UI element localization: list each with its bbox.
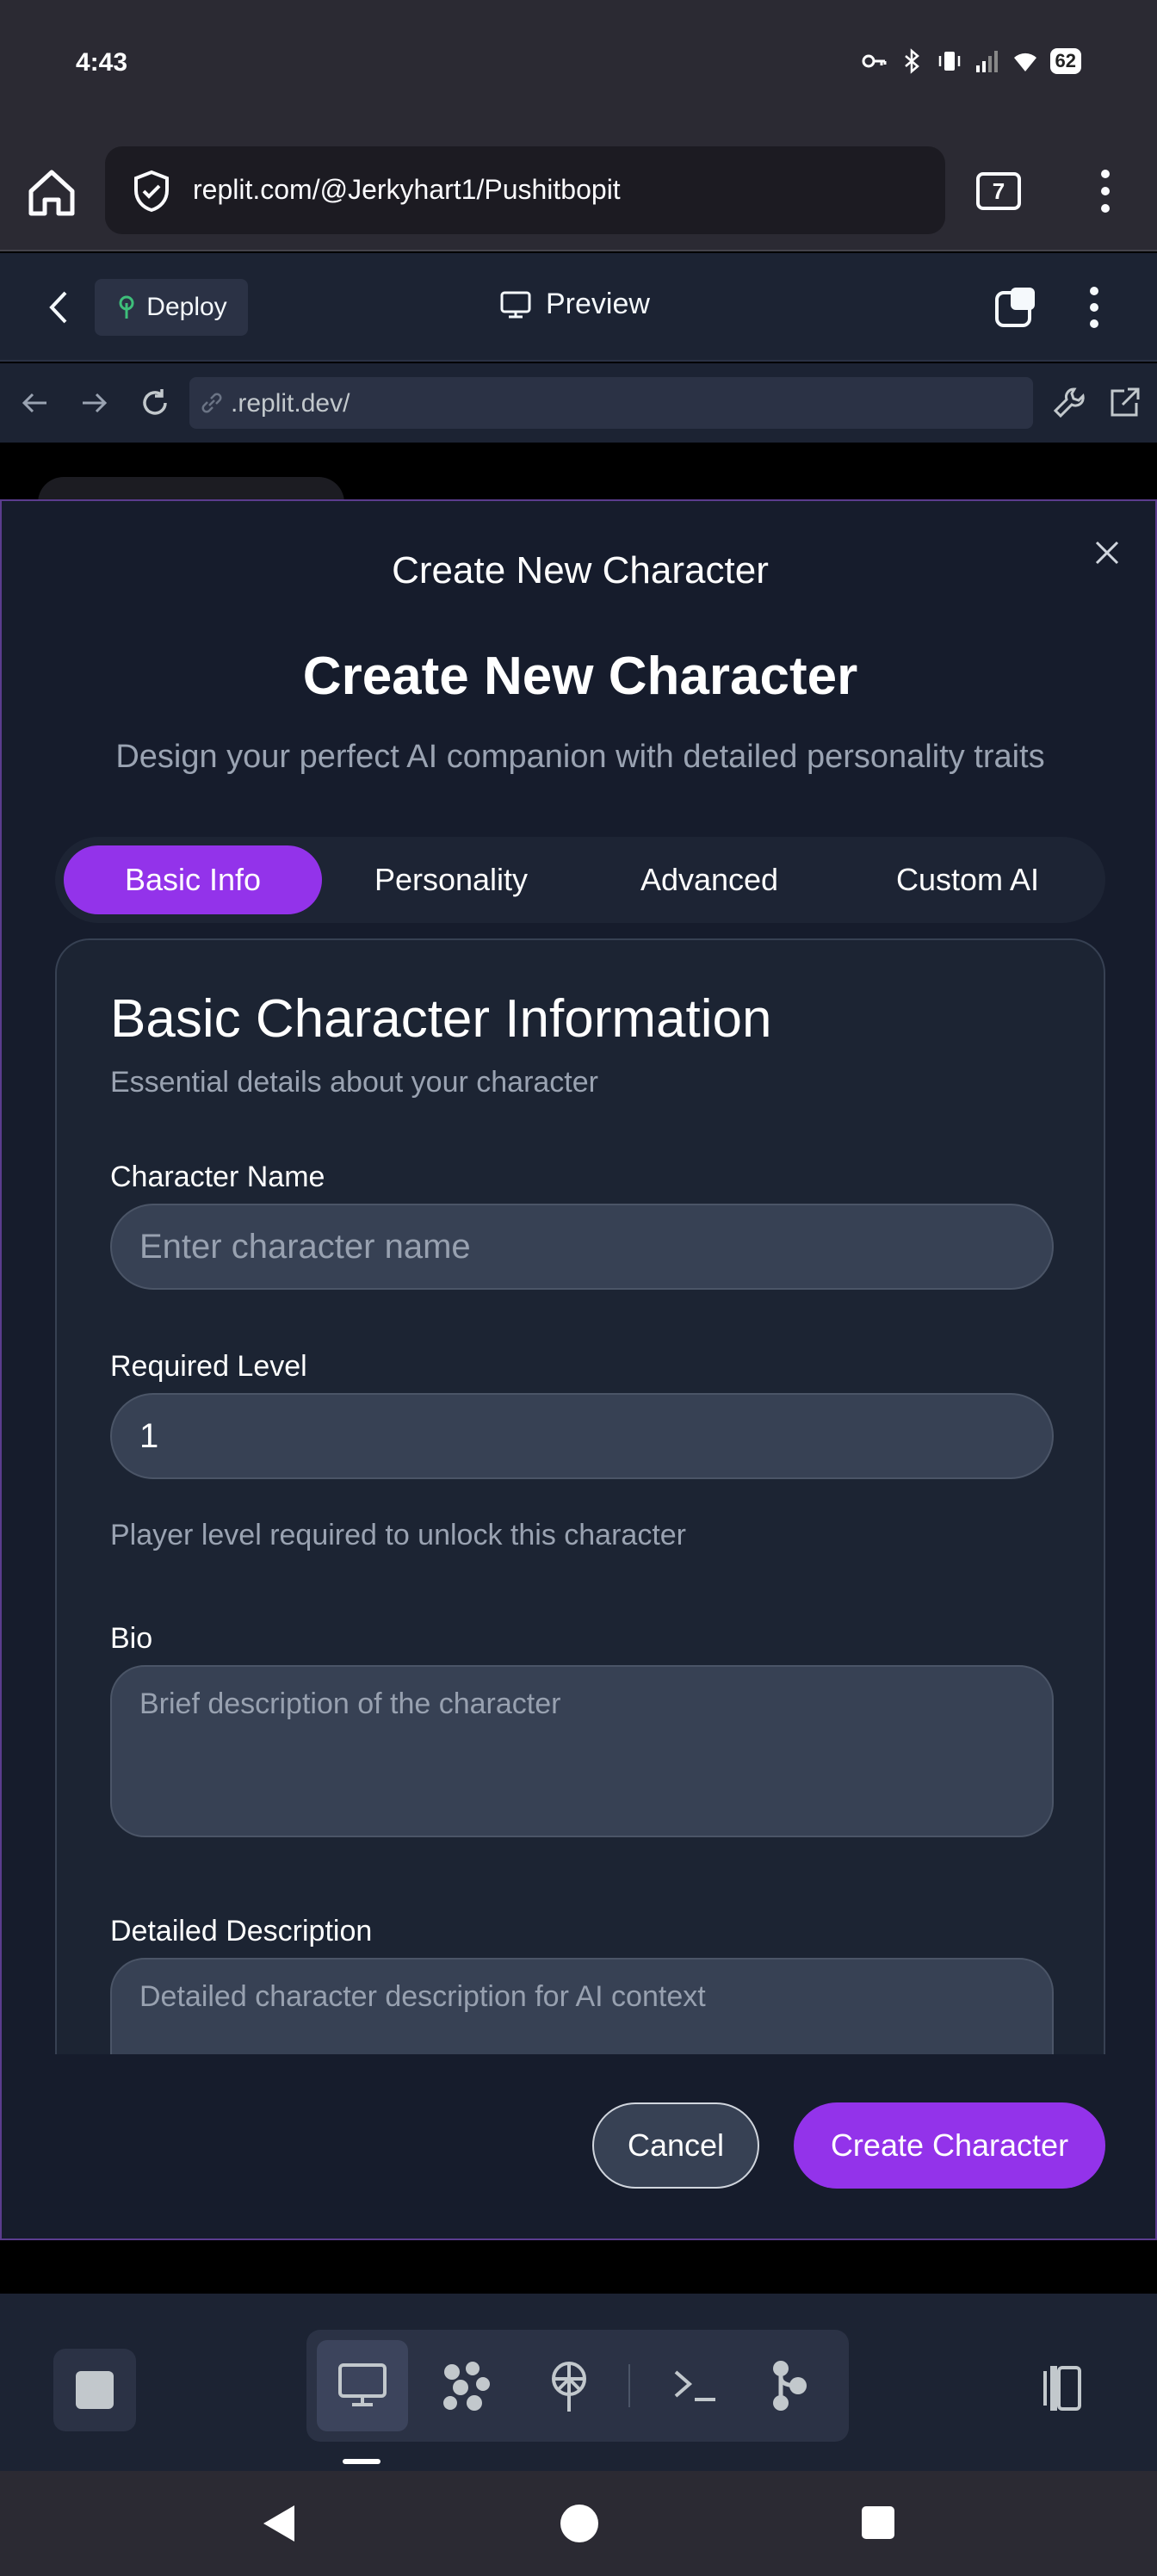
webview-url-bar[interactable]: .replit.dev/ bbox=[189, 377, 1033, 429]
webview-url-text: .replit.dev/ bbox=[231, 389, 350, 418]
tool-preview[interactable] bbox=[317, 2340, 408, 2431]
tool-divider bbox=[628, 2364, 630, 2407]
tab-basic-info[interactable]: Basic Info bbox=[64, 845, 322, 914]
bio-textarea[interactable] bbox=[110, 1665, 1054, 1837]
arrow-left-icon[interactable] bbox=[15, 384, 53, 422]
system-navigation-bar bbox=[0, 2471, 1157, 2576]
key-icon bbox=[862, 54, 887, 68]
deploy-button[interactable]: Deploy bbox=[95, 279, 248, 336]
link-icon bbox=[201, 393, 222, 413]
required-level-label: Required Level bbox=[110, 1350, 307, 1383]
tool-git[interactable] bbox=[744, 2340, 835, 2431]
deploy-antenna-icon bbox=[552, 2362, 586, 2412]
shield-check-icon bbox=[134, 170, 169, 213]
character-name-label: Character Name bbox=[110, 1161, 325, 1193]
tool-switcher bbox=[306, 2330, 849, 2442]
page-subtitle: Design your perfect AI companion with de… bbox=[115, 739, 1045, 775]
deploy-antenna-icon bbox=[119, 295, 134, 319]
required-level-help: Player level required to unlock this cha… bbox=[110, 1519, 686, 1551]
basic-info-card: Basic Character Information Essential de… bbox=[55, 938, 1105, 2054]
tool-deployments[interactable] bbox=[523, 2340, 615, 2431]
home-icon[interactable] bbox=[22, 164, 81, 222]
new-pane-icon[interactable] bbox=[993, 284, 1040, 331]
status-bar: 4:43 62 bbox=[0, 0, 1157, 129]
dialog-header-title: Create New Character bbox=[392, 549, 769, 591]
nav-home-icon[interactable] bbox=[558, 2502, 601, 2545]
character-name-input[interactable] bbox=[110, 1204, 1054, 1290]
cancel-button[interactable]: Cancel bbox=[592, 2102, 759, 2189]
reload-icon[interactable] bbox=[136, 384, 174, 422]
address-bar[interactable]: replit.com/@Jerkyhart1/Pushitbopit bbox=[105, 146, 945, 234]
section-title: Basic Character Information bbox=[110, 989, 772, 1049]
create-character-button[interactable]: Create Character bbox=[794, 2102, 1105, 2189]
preview-title: Preview bbox=[499, 288, 650, 321]
browser-toolbar: replit.com/@Jerkyhart1/Pushitbopit 7 bbox=[0, 129, 1157, 251]
git-icon bbox=[773, 2361, 807, 2411]
status-time: 4:43 bbox=[76, 48, 128, 77]
tab-personality[interactable]: Personality bbox=[322, 845, 580, 914]
tab-custom-ai[interactable]: Custom AI bbox=[838, 845, 1097, 914]
active-tool-indicator bbox=[343, 2459, 381, 2464]
detailed-description-label: Detailed Description bbox=[110, 1915, 373, 1947]
battery-indicator: 62 bbox=[1049, 48, 1081, 74]
detailed-description-textarea[interactable] bbox=[110, 1958, 1054, 2054]
section-description: Essential details about your character bbox=[110, 1066, 598, 1099]
signal-icon bbox=[975, 51, 998, 72]
chevron-left-icon[interactable] bbox=[41, 288, 76, 327]
workspace-bottom-toolbar bbox=[0, 2294, 1157, 2471]
monitor-icon bbox=[500, 291, 531, 318]
panels-icon[interactable] bbox=[1033, 2362, 1085, 2414]
bio-label: Bio bbox=[110, 1622, 153, 1655]
webview-toolbar: .replit.dev/ bbox=[0, 363, 1157, 443]
required-level-input[interactable] bbox=[110, 1393, 1054, 1479]
stop-button[interactable] bbox=[53, 2349, 136, 2431]
nav-recents-icon[interactable] bbox=[859, 2504, 897, 2542]
create-character-dialog: Create New Character Create New Characte… bbox=[0, 499, 1157, 2240]
shell-icon bbox=[674, 2370, 715, 2401]
tabs-count-button[interactable]: 7 bbox=[976, 172, 1021, 210]
devtools-wrench-icon[interactable] bbox=[1050, 384, 1088, 422]
workspace-menu-icon[interactable] bbox=[1081, 284, 1107, 331]
deploy-label: Deploy bbox=[146, 293, 227, 321]
wifi-icon bbox=[1013, 53, 1036, 71]
open-external-icon[interactable] bbox=[1105, 384, 1143, 422]
tab-advanced[interactable]: Advanced bbox=[580, 845, 838, 914]
status-icons: 62 bbox=[861, 48, 1081, 74]
workspace-header: Deploy Preview bbox=[0, 253, 1157, 362]
url-text: replit.com/@Jerkyhart1/Pushitbopit bbox=[193, 174, 621, 205]
page-title: Create New Character bbox=[302, 647, 858, 706]
preview-icon bbox=[338, 2363, 387, 2406]
nav-back-icon[interactable] bbox=[258, 2502, 301, 2545]
browser-menu-icon[interactable] bbox=[1090, 167, 1121, 215]
vibrate-icon bbox=[938, 52, 960, 71]
tool-shell[interactable] bbox=[649, 2340, 740, 2431]
preview-label: Preview bbox=[546, 288, 650, 320]
arrow-right-icon[interactable] bbox=[76, 384, 114, 422]
bluetooth-icon bbox=[904, 48, 919, 74]
character-tabs: Basic Info Personality Advanced Custom A… bbox=[55, 837, 1105, 923]
stop-icon bbox=[76, 2371, 114, 2409]
tool-apps[interactable] bbox=[420, 2340, 511, 2431]
apps-grid-icon bbox=[443, 2362, 490, 2411]
